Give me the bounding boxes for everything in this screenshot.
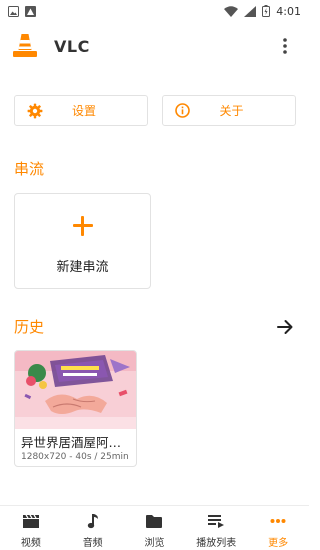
clapperboard-icon (21, 512, 41, 530)
nav-item-audio[interactable]: 音频 (62, 506, 124, 550)
gallery-notification-icon (8, 5, 19, 17)
overflow-menu-button[interactable] (273, 34, 297, 58)
history-section-title: 历史 (14, 318, 45, 336)
video-thumbnail (15, 351, 136, 429)
info-icon (175, 103, 190, 118)
nav-label: 视频 (20, 538, 41, 549)
history-item-meta: 1280x720 - 40s / 25min (21, 452, 129, 462)
image-notification-icon (25, 5, 36, 17)
nav-label: 播放列表 (196, 538, 237, 549)
more-dots-icon (268, 512, 288, 530)
nav-label: 浏览 (144, 538, 165, 549)
nav-label: 更多 (268, 538, 289, 549)
about-label: 关于 (219, 104, 244, 118)
about-button[interactable]: 关于 (162, 95, 296, 126)
app-title: VLC (54, 36, 90, 56)
action-row: 设置 关于 (14, 95, 296, 126)
settings-label: 设置 (71, 104, 96, 118)
history-item-card[interactable]: 异世界居酒屋阿… 1280x720 - 40s / 25min (14, 350, 137, 467)
plus-icon (71, 214, 95, 238)
streams-section-title: 串流 (14, 160, 45, 178)
history-item-title: 异世界居酒屋阿… (21, 435, 122, 450)
wifi-icon (224, 5, 239, 17)
music-note-icon (83, 512, 103, 530)
nav-item-more[interactable]: 更多 (247, 506, 309, 550)
screen: 4:01 VLC 设置 关于 串流 新建串流 历史 异世界居酒屋阿… 1280x… (0, 0, 309, 550)
bottom-navigation: 视频 音频 浏览 播放列表 更多 (0, 505, 309, 550)
status-time: 4:01 (276, 4, 301, 18)
arrow-right-icon[interactable] (274, 316, 296, 338)
battery-icon (262, 5, 271, 17)
more-vert-icon (283, 38, 287, 54)
new-stream-card[interactable]: 新建串流 (14, 193, 151, 289)
status-bar: 4:01 (0, 0, 309, 22)
gear-icon (27, 103, 43, 118)
new-stream-label: 新建串流 (56, 260, 109, 275)
app-bar: VLC (0, 24, 309, 68)
vlc-cone-icon (13, 34, 37, 57)
nav-item-playlist[interactable]: 播放列表 (185, 506, 247, 550)
signal-icon (244, 5, 257, 17)
folder-icon (144, 512, 164, 530)
nav-item-browse[interactable]: 浏览 (124, 506, 186, 550)
nav-label: 音频 (82, 538, 103, 549)
playlist-icon (206, 512, 226, 530)
settings-button[interactable]: 设置 (14, 95, 148, 126)
nav-item-video[interactable]: 视频 (0, 506, 62, 550)
